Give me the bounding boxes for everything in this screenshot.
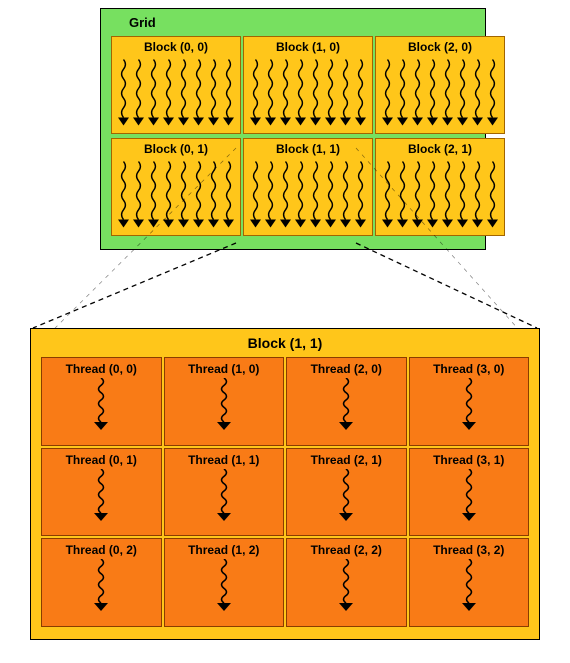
block-threads-icon <box>380 56 500 129</box>
block-label: Block (1, 1) <box>248 142 368 156</box>
thread-label: Thread (2, 1) <box>311 453 382 467</box>
block-0-1: Block (0, 1) <box>111 138 241 236</box>
thread-arrow-icon <box>94 378 108 435</box>
thread-label: Thread (2, 0) <box>311 362 382 376</box>
block-label: Block (0, 0) <box>116 40 236 54</box>
block-0-0: Block (0, 0) <box>111 36 241 134</box>
thread-1-0: Thread (1, 0) <box>164 357 285 446</box>
thread-arrow-icon <box>217 469 231 526</box>
thread-label: Thread (1, 1) <box>188 453 259 467</box>
thread-label: Thread (0, 1) <box>66 453 137 467</box>
thread-label: Thread (2, 2) <box>311 543 382 557</box>
blocks-grid: Block (0, 0) Block (1, 0) <box>111 36 475 236</box>
threads-grid: Thread (0, 0) Thread (1, 0) Thread (2, 0… <box>41 357 529 627</box>
block-1-0: Block (1, 0) <box>243 36 373 134</box>
thread-arrow-icon <box>462 469 476 526</box>
thread-0-0: Thread (0, 0) <box>41 357 162 446</box>
thread-arrow-icon <box>94 559 108 616</box>
thread-arrow-icon <box>339 378 353 435</box>
block-threads-icon <box>248 158 368 231</box>
thread-arrow-icon <box>94 469 108 526</box>
thread-label: Thread (0, 0) <box>66 362 137 376</box>
block-detail-title: Block (1, 1) <box>41 335 529 351</box>
block-detail-panel: Block (1, 1) Thread (0, 0) Thread (1, 0)… <box>30 328 540 640</box>
thread-1-2: Thread (1, 2) <box>164 538 285 627</box>
block-label: Block (1, 0) <box>248 40 368 54</box>
thread-arrow-icon <box>339 469 353 526</box>
thread-0-1: Thread (0, 1) <box>41 448 162 537</box>
block-threads-icon <box>380 158 500 231</box>
block-2-1: Block (2, 1) <box>375 138 505 236</box>
thread-3-0: Thread (3, 0) <box>409 357 530 446</box>
thread-2-0: Thread (2, 0) <box>286 357 407 446</box>
block-threads-icon <box>248 56 368 129</box>
thread-arrow-icon <box>217 378 231 435</box>
thread-3-1: Thread (3, 1) <box>409 448 530 537</box>
thread-label: Thread (3, 1) <box>433 453 504 467</box>
block-1-1: Block (1, 1) <box>243 138 373 236</box>
thread-arrow-icon <box>339 559 353 616</box>
block-threads-icon <box>116 158 236 231</box>
grid-panel: Grid Block (0, 0) Block (1, 0) <box>100 8 486 250</box>
thread-label: Thread (1, 2) <box>188 543 259 557</box>
thread-1-1: Thread (1, 1) <box>164 448 285 537</box>
thread-label: Thread (0, 2) <box>66 543 137 557</box>
thread-arrow-icon <box>217 559 231 616</box>
thread-0-2: Thread (0, 2) <box>41 538 162 627</box>
thread-3-2: Thread (3, 2) <box>409 538 530 627</box>
block-label: Block (2, 1) <box>380 142 500 156</box>
block-threads-icon <box>116 56 236 129</box>
thread-arrow-icon <box>462 378 476 435</box>
block-label: Block (2, 0) <box>380 40 500 54</box>
block-2-0: Block (2, 0) <box>375 36 505 134</box>
thread-arrow-icon <box>462 559 476 616</box>
grid-title: Grid <box>129 15 475 30</box>
thread-label: Thread (3, 2) <box>433 543 504 557</box>
thread-2-2: Thread (2, 2) <box>286 538 407 627</box>
thread-2-1: Thread (2, 1) <box>286 448 407 537</box>
thread-label: Thread (3, 0) <box>433 362 504 376</box>
thread-label: Thread (1, 0) <box>188 362 259 376</box>
block-label: Block (0, 1) <box>116 142 236 156</box>
